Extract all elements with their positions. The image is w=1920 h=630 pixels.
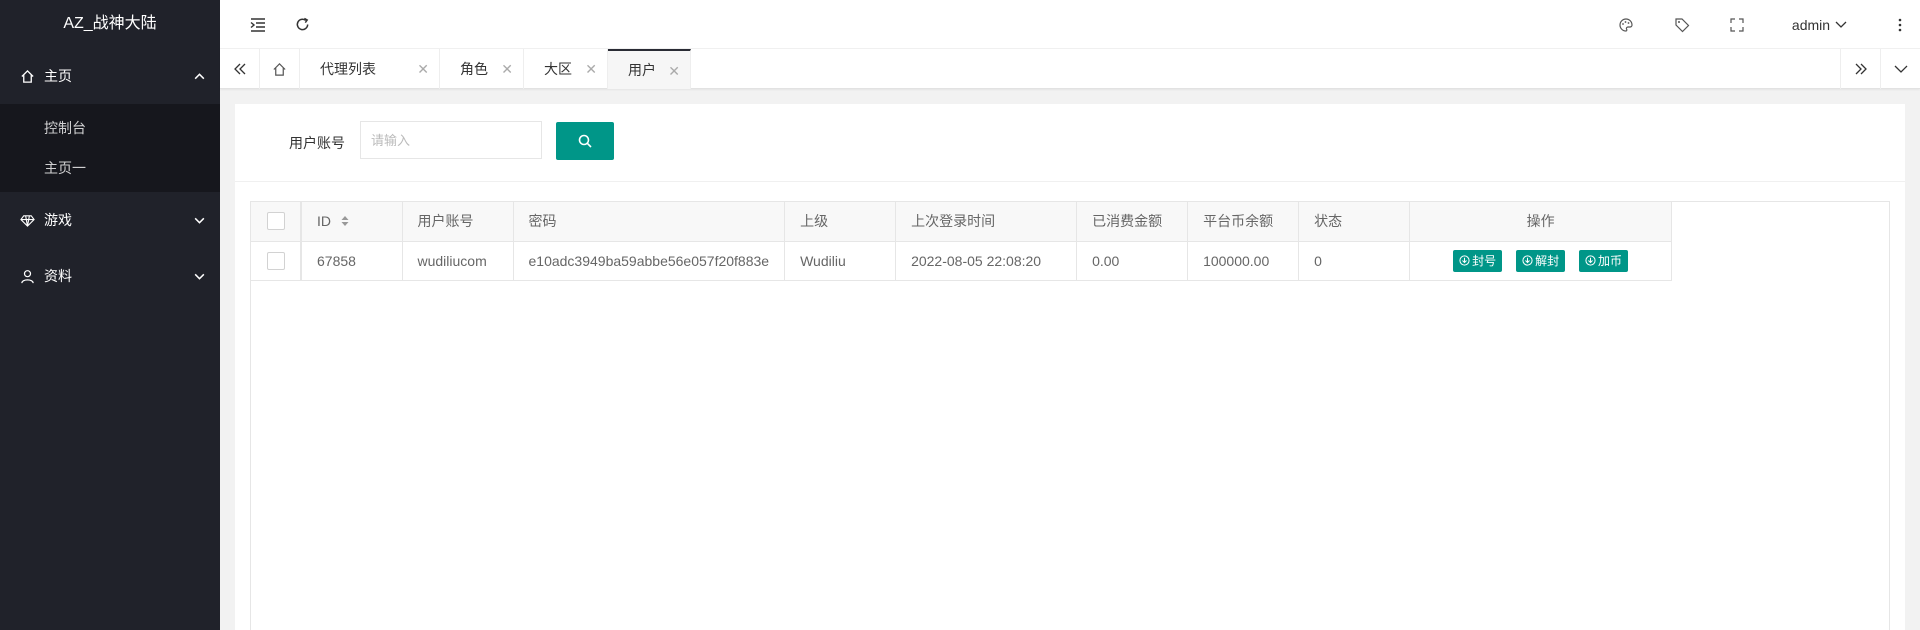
chevron-down-icon bbox=[1835, 21, 1847, 28]
column-header-parent: 上级 bbox=[784, 202, 897, 242]
tab-label: 大区 bbox=[544, 61, 572, 77]
sidebar-item-label: 游戏 bbox=[44, 212, 72, 228]
cell-last-login: 2022-08-05 22:08:20 bbox=[895, 241, 1078, 281]
cell-consumed: 0.00 bbox=[1076, 241, 1189, 281]
sidebar-item-home[interactable]: 主页 bbox=[0, 48, 220, 104]
palette-icon bbox=[1619, 17, 1633, 32]
tab-label: 代理列表 bbox=[320, 61, 376, 77]
sidebar-item-label: 主页 bbox=[44, 68, 72, 84]
unban-button[interactable]: 解封 bbox=[1516, 249, 1566, 272]
double-chevron-right-icon bbox=[1855, 63, 1867, 75]
theme-button[interactable] bbox=[1606, 0, 1646, 49]
chevron-up-icon bbox=[193, 48, 206, 104]
column-header-last-login: 上次登录时间 bbox=[895, 202, 1078, 242]
tab-region[interactable]: 大区 ✕ bbox=[524, 49, 608, 89]
select-all-checkbox[interactable] bbox=[266, 212, 285, 231]
column-header-balance: 平台币余额 bbox=[1187, 202, 1300, 242]
search-form: 用户账号 bbox=[235, 104, 1905, 182]
chevron-down-icon bbox=[193, 192, 206, 248]
table-header-row: ID 用户账号 密码 上级 上次登录时间 已消费金额 平台币余额 状态 操作 bbox=[251, 202, 1673, 242]
tab-agent-list[interactable]: 代理列表 ✕ bbox=[300, 49, 440, 89]
fullscreen-button[interactable] bbox=[1717, 0, 1757, 49]
ban-button[interactable]: 封号 bbox=[1453, 249, 1503, 272]
column-header-actions: 操作 bbox=[1409, 202, 1673, 242]
sidebar-item-label: 资料 bbox=[44, 268, 72, 284]
row-select-cell bbox=[251, 241, 302, 281]
column-header-consumed: 已消费金额 bbox=[1076, 202, 1189, 242]
search-input[interactable] bbox=[360, 121, 542, 159]
close-icon[interactable]: ✕ bbox=[417, 49, 429, 89]
tab-label: 角色 bbox=[460, 61, 488, 77]
close-icon[interactable]: ✕ bbox=[501, 49, 513, 89]
sidebar: AZ_战神大陆 主页 控制台 主页一 游戏 资料 bbox=[0, 0, 220, 630]
table-row: 67858 wudiliucom e10adc3949ba59abbe56e05… bbox=[251, 241, 1673, 281]
chevron-down-icon bbox=[193, 248, 206, 304]
tab-menu-button[interactable] bbox=[1880, 49, 1920, 89]
tab-role[interactable]: 角色 ✕ bbox=[440, 49, 524, 89]
cell-password: e10adc3949ba59abbe56e057f20f883e bbox=[513, 241, 786, 281]
close-icon[interactable]: ✕ bbox=[585, 49, 597, 89]
app-logo: AZ_战神大陆 bbox=[63, 15, 157, 32]
search-icon bbox=[578, 134, 592, 148]
main-content: 用户账号 ID 用户账号 bbox=[235, 104, 1905, 630]
download-circle-icon bbox=[1522, 255, 1533, 266]
select-all-cell bbox=[251, 202, 302, 242]
search-label: 用户账号 bbox=[289, 135, 345, 151]
download-circle-icon bbox=[1585, 255, 1596, 266]
tab-user[interactable]: 用户 ✕ bbox=[608, 49, 691, 89]
tab-scroll-left-button[interactable] bbox=[220, 49, 260, 89]
refresh-icon bbox=[296, 17, 308, 31]
username: admin bbox=[1791, 16, 1831, 33]
more-vertical-icon bbox=[1898, 18, 1902, 31]
cell-account: wudiliucom bbox=[402, 241, 514, 281]
indent-icon bbox=[250, 17, 265, 32]
search-button[interactable] bbox=[556, 122, 614, 160]
note-button[interactable] bbox=[1662, 0, 1702, 49]
download-circle-icon bbox=[1459, 255, 1470, 266]
sidebar-item-game[interactable]: 游戏 bbox=[0, 192, 220, 248]
cell-status: 0 bbox=[1298, 241, 1411, 281]
top-header: admin bbox=[220, 0, 1920, 49]
fullscreen-icon bbox=[1730, 17, 1744, 32]
sidebar-item-data[interactable]: 资料 bbox=[0, 248, 220, 304]
cell-parent: Wudiliu bbox=[784, 241, 897, 281]
sidebar-item-console[interactable]: 控制台 bbox=[0, 108, 220, 148]
column-header-password: 密码 bbox=[513, 202, 786, 242]
cell-balance: 100000.00 bbox=[1187, 241, 1300, 281]
tab-scroll-right-button[interactable] bbox=[1840, 49, 1880, 89]
sidebar-submenu-home: 控制台 主页一 bbox=[0, 104, 220, 192]
double-chevron-left-icon bbox=[233, 63, 245, 75]
chevron-down-icon bbox=[1894, 65, 1907, 73]
sidebar-item-home-one[interactable]: 主页一 bbox=[0, 148, 220, 188]
add-coin-button[interactable]: 加币 bbox=[1578, 249, 1628, 272]
user-icon bbox=[20, 248, 36, 304]
sort-icon[interactable] bbox=[341, 214, 349, 230]
close-icon[interactable]: ✕ bbox=[668, 51, 680, 91]
column-header-status: 状态 bbox=[1298, 202, 1411, 242]
column-header-account: 用户账号 bbox=[402, 202, 514, 242]
more-button[interactable] bbox=[1885, 0, 1915, 49]
menu-toggle-button[interactable] bbox=[238, 0, 278, 49]
tag-icon bbox=[1675, 17, 1690, 32]
diamond-icon bbox=[20, 192, 36, 248]
tab-home[interactable] bbox=[260, 49, 300, 89]
home-icon bbox=[20, 48, 36, 104]
user-table: ID 用户账号 密码 上级 上次登录时间 已消费金额 平台币余额 状态 操作 6… bbox=[250, 201, 1890, 630]
tab-label: 用户 bbox=[628, 62, 656, 78]
column-header-id[interactable]: ID bbox=[301, 202, 403, 242]
tab-bar: 代理列表 ✕ 角色 ✕ 大区 ✕ 用户 ✕ bbox=[220, 49, 1920, 89]
row-checkbox[interactable] bbox=[266, 251, 285, 270]
home-icon bbox=[273, 62, 286, 76]
user-menu[interactable]: admin bbox=[1780, 0, 1860, 49]
refresh-button[interactable] bbox=[282, 0, 322, 49]
cell-id: 67858 bbox=[301, 241, 403, 281]
cell-actions: 封号 解封 加币 bbox=[1409, 241, 1673, 281]
